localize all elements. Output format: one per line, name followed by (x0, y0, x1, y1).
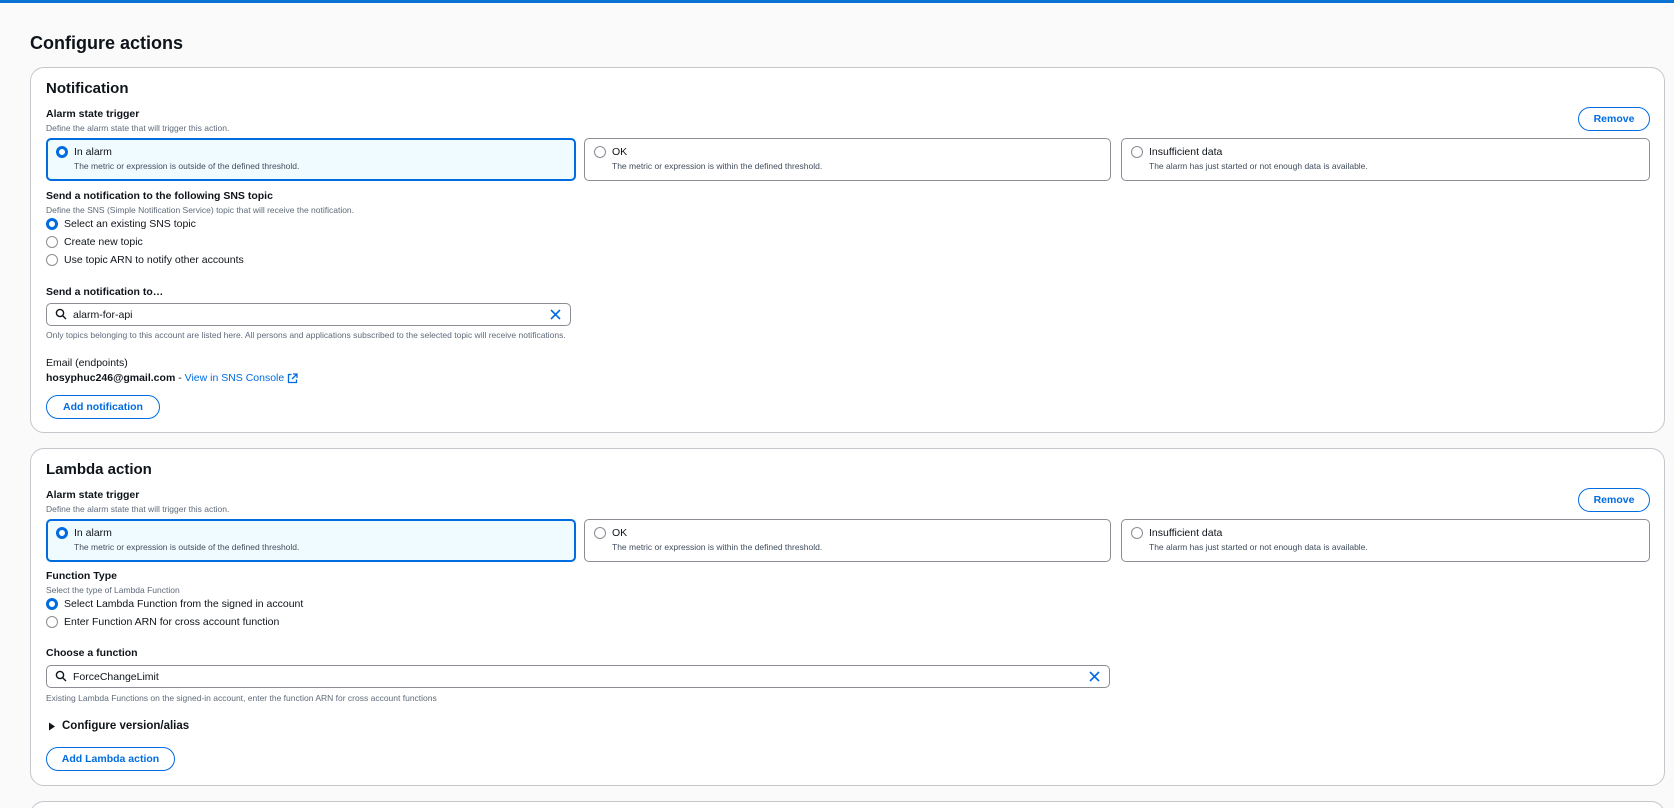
lambda-panel: Lambda action Remove Alarm state trigger… (30, 448, 1665, 786)
send-to-label: Send a notification to… (46, 286, 164, 298)
state-title: Insufficient data (1149, 527, 1223, 539)
caret-right-icon (49, 722, 55, 730)
state-desc: The metric or expression is outside of t… (74, 542, 300, 552)
function-search-input[interactable]: ForceChangeLimit (46, 665, 1110, 688)
radio-insufficient[interactable] (1131, 527, 1143, 539)
page-title: Configure actions (30, 33, 184, 53)
add-notification-button[interactable]: Add notification (46, 395, 160, 419)
sns-topic-search-input[interactable]: alarm-for-api (46, 303, 571, 326)
top-accent-bar (0, 0, 1674, 3)
search-value: ForceChangeLimit (73, 671, 159, 683)
lambda-state-in-alarm[interactable]: In alarm The metric or expression is out… (46, 519, 576, 562)
lambda-trigger-desc: Define the alarm state that will trigger… (46, 504, 230, 514)
sns-console-link[interactable]: View in SNS Console (185, 372, 285, 384)
option-label: Enter Function ARN for cross account fun… (64, 616, 280, 628)
choose-function-hint: Existing Lambda Functions on the signed-… (46, 693, 437, 703)
email-value: hosyphuc246@gmail.com (46, 372, 176, 384)
email-endpoints-label: Email (endpoints) (46, 357, 128, 369)
radio-existing-topic[interactable] (46, 218, 58, 230)
email-separator: - (175, 372, 185, 384)
sns-topic-label: Send a notification to the following SNS… (46, 190, 273, 202)
radio-topic-arn[interactable] (46, 254, 58, 266)
radio-in-alarm[interactable] (56, 527, 68, 539)
lambda-title: Lambda action (46, 461, 152, 478)
option-label: Create new topic (64, 236, 143, 248)
sns-option-arn[interactable]: Use topic ARN to notify other accounts (46, 254, 244, 266)
state-title: OK (612, 527, 628, 539)
radio-function-arn[interactable] (46, 616, 58, 628)
lambda-state-insufficient[interactable]: Insufficient data The alarm has just sta… (1121, 519, 1650, 562)
external-link-icon[interactable] (287, 372, 298, 384)
notification-remove-button[interactable]: Remove (1578, 107, 1650, 131)
notification-panel: Notification Remove Alarm state trigger … (30, 67, 1665, 433)
radio-signed-in-function[interactable] (46, 598, 58, 610)
search-icon (55, 670, 67, 682)
radio-create-topic[interactable] (46, 236, 58, 248)
notification-title: Notification (46, 80, 129, 97)
add-lambda-action-button[interactable]: Add Lambda action (46, 747, 175, 771)
search-icon (55, 308, 67, 320)
email-endpoints-row: hosyphuc246@gmail.com - View in SNS Cons… (46, 372, 298, 384)
radio-insufficient[interactable] (1131, 146, 1143, 158)
state-title: In alarm (74, 527, 112, 539)
option-label: Use topic ARN to notify other accounts (64, 254, 244, 266)
notification-trigger-desc: Define the alarm state that will trigger… (46, 123, 230, 133)
state-title: In alarm (74, 146, 112, 158)
clear-icon[interactable] (1089, 671, 1100, 682)
lambda-state-ok[interactable]: OK The metric or expression is within th… (584, 519, 1111, 562)
function-type-label: Function Type (46, 570, 117, 582)
function-type-desc: Select the type of Lambda Function (46, 585, 180, 595)
sns-option-create[interactable]: Create new topic (46, 236, 143, 248)
state-desc: The metric or expression is within the d… (612, 161, 823, 171)
next-action-panel (30, 801, 1665, 808)
state-title: OK (612, 146, 628, 158)
state-title: Insufficient data (1149, 146, 1223, 158)
option-label: Select an existing SNS topic (64, 218, 196, 230)
radio-ok[interactable] (594, 527, 606, 539)
state-desc: The metric or expression is within the d… (612, 542, 823, 552)
notification-state-in-alarm[interactable]: In alarm The metric or expression is out… (46, 138, 576, 181)
function-type-option-arn[interactable]: Enter Function ARN for cross account fun… (46, 616, 279, 628)
state-desc: The metric or expression is outside of t… (74, 161, 300, 171)
radio-in-alarm[interactable] (56, 146, 68, 158)
send-to-hint: Only topics belonging to this account ar… (46, 330, 566, 340)
configure-version-label: Configure version/alias (62, 720, 190, 732)
state-desc: The alarm has just started or not enough… (1149, 161, 1368, 171)
notification-trigger-label: Alarm state trigger (46, 108, 140, 120)
sns-option-existing[interactable]: Select an existing SNS topic (46, 218, 196, 230)
search-value: alarm-for-api (73, 309, 133, 321)
clear-icon[interactable] (550, 309, 561, 320)
configure-version-toggle[interactable]: Configure version/alias (48, 720, 189, 732)
notification-state-ok[interactable]: OK The metric or expression is within th… (584, 138, 1111, 181)
lambda-trigger-label: Alarm state trigger (46, 489, 140, 501)
notification-state-insufficient[interactable]: Insufficient data The alarm has just sta… (1121, 138, 1650, 181)
state-desc: The alarm has just started or not enough… (1149, 542, 1368, 552)
radio-ok[interactable] (594, 146, 606, 158)
option-label: Select Lambda Function from the signed i… (64, 598, 304, 610)
lambda-remove-button[interactable]: Remove (1578, 488, 1650, 512)
choose-function-label: Choose a function (46, 647, 138, 659)
function-type-option-signed-in[interactable]: Select Lambda Function from the signed i… (46, 598, 303, 610)
sns-topic-desc: Define the SNS (Simple Notification Serv… (46, 205, 355, 215)
